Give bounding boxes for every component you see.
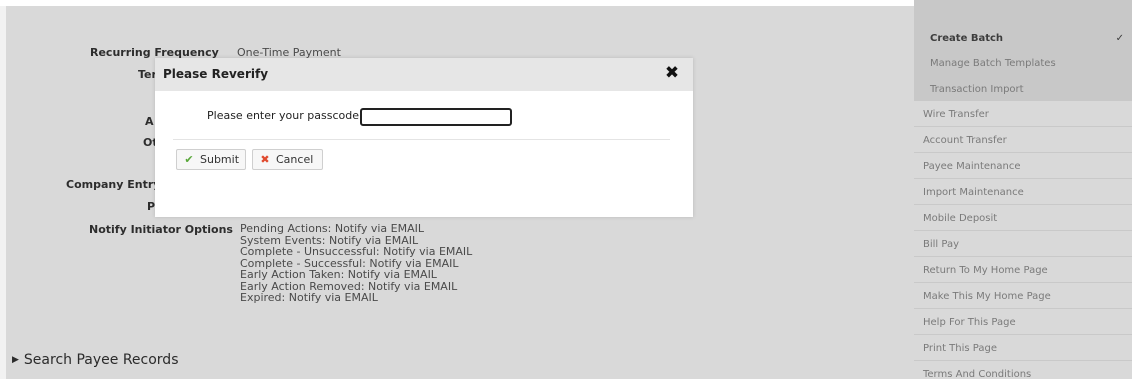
sidebar-item-terms[interactable]: Terms And Conditions [914,362,1132,379]
cancel-label: Cancel [276,153,314,166]
passcode-prompt-label: Please enter your passcode [207,109,359,122]
sidebar-item-mobile-deposit[interactable]: Mobile Deposit [914,206,1132,231]
expand-triangle-icon: ▶ [12,355,19,365]
search-payee-records-link[interactable]: ▶ Search Payee Records [12,352,179,368]
submit-label: Submit [200,153,240,166]
sidebar-subitem-label: Transaction Import [930,84,1024,95]
sidebar-item-print[interactable]: Print This Page [914,336,1132,361]
sidebar-item-make-home[interactable]: Make This My Home Page [914,284,1132,309]
sidebar-item-wire-transfer[interactable]: Wire Transfer [914,102,1132,127]
sidebar-item-return-home[interactable]: Return To My Home Page [914,258,1132,283]
notify-item: Early Action Taken: Notify via EMAIL [240,268,437,281]
reverify-dialog: Please Reverify ✖ Please enter your pass… [155,58,693,217]
sidebar-subitem-label: Create Batch [930,33,1004,44]
dialog-title: Please Reverify [163,67,269,81]
notify-options-list: Pending Actions: Notify via EMAIL System… [240,223,472,304]
notify-item: Complete - Unsuccessful: Notify via EMAI… [240,245,473,258]
notify-initiator-label: Notify Initiator Options [89,223,233,236]
sidebar-subitem-create-batch[interactable]: Create Batch ✓ [930,26,1132,51]
search-payee-records-label: Search Payee Records [23,352,179,368]
active-check-icon: ✓ [1115,33,1124,44]
sidebar-item-payee-maintenance[interactable]: Payee Maintenance [914,154,1132,179]
sidebar-item-import-maintenance[interactable]: Import Maintenance [914,180,1132,205]
sidebar-subitem-transaction-import[interactable]: Transaction Import [930,77,1132,102]
cancel-button[interactable]: ✖ Cancel [252,149,323,170]
company-entry-label: Company Entry [66,178,161,191]
dialog-header: Please Reverify ✖ [155,58,693,91]
cross-icon: ✖ [260,153,270,166]
submit-button[interactable]: ✔ Submit [176,149,246,170]
sidebar-item-help[interactable]: Help For This Page [914,310,1132,335]
sidebar-subitem-manage-batch-templates[interactable]: Manage Batch Templates [930,51,1132,76]
close-icon[interactable]: ✖ [663,64,681,82]
notify-item: Pending Actions: Notify via EMAIL [240,222,425,235]
p-label: P [147,200,156,213]
sidebar-subitem-label: Manage Batch Templates [930,58,1056,69]
notify-item: Expired: Notify via EMAIL [240,291,378,304]
checkmark-icon: ✔ [184,153,194,166]
sidebar-item-bill-pay[interactable]: Bill Pay [914,232,1132,257]
sidebar-item-account-transfer[interactable]: Account Transfer [914,128,1132,153]
dialog-divider [173,139,670,140]
passcode-input[interactable] [360,108,512,126]
a-label: A [145,115,154,128]
page: Recurring Frequency One-Time Payment Ter… [0,0,1132,379]
